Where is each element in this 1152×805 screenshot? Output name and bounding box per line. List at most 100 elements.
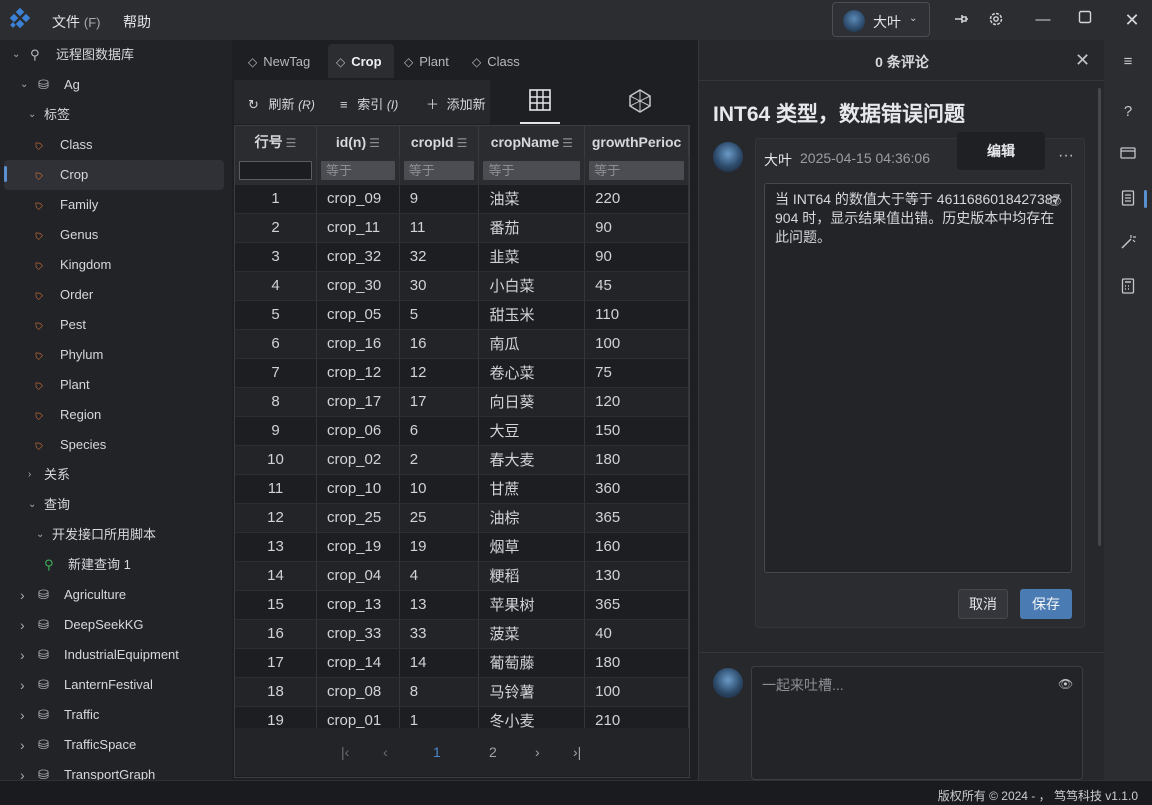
column-menu-icon[interactable]: ☰ — [457, 136, 468, 150]
table-row[interactable]: 12 crop_25 25 油棕 365 — [235, 503, 689, 533]
table-row[interactable]: 17 crop_14 14 葡萄藤 180 — [235, 648, 689, 678]
column-header[interactable]: cropName ☰ — [478, 126, 586, 157]
table-cell[interactable]: 9 — [399, 184, 480, 214]
sidebar-item-agriculture[interactable]: › ⛁ Agriculture — [0, 580, 232, 610]
table-cell[interactable]: 75 — [584, 358, 689, 388]
filter-input[interactable] — [239, 160, 312, 180]
card-icon[interactable] — [1118, 146, 1138, 166]
table-row[interactable]: 15 crop_13 13 苹果树 365 — [235, 590, 689, 620]
table-cell[interactable]: 5 — [235, 300, 317, 330]
table-cell[interactable]: 365 — [584, 590, 689, 620]
column-menu-icon[interactable]: ☰ — [369, 136, 380, 150]
table-cell[interactable]: 大豆 — [478, 416, 586, 446]
table-cell[interactable]: crop_05 — [316, 300, 400, 330]
pin-icon[interactable] — [951, 10, 971, 30]
cancel-button[interactable]: 取消 — [958, 589, 1008, 619]
table-cell[interactable]: 19 — [399, 532, 480, 562]
table-cell[interactable]: 葡萄藤 — [478, 648, 586, 678]
sidebar-item-traffic[interactable]: › ⛁ Traffic — [0, 700, 232, 730]
magic-wand-icon[interactable] — [1118, 234, 1138, 254]
table-cell[interactable]: crop_14 — [316, 648, 400, 678]
sidebar-item-class[interactable]: ⌂ Class — [0, 130, 232, 160]
scrollbar[interactable] — [1098, 88, 1101, 546]
table-cell[interactable]: crop_17 — [316, 387, 400, 417]
table-cell[interactable]: 40 — [584, 619, 689, 649]
sidebar-item-deepseekkg[interactable]: › ⛁ DeepSeekKG — [0, 610, 232, 640]
table-cell[interactable]: 100 — [584, 677, 689, 707]
sidebar-item-order[interactable]: ⌂ Order — [0, 280, 232, 310]
tree-query-item[interactable]: ⚲ 新建查询 1 — [0, 550, 232, 580]
last-page-icon[interactable]: ›| — [573, 744, 581, 760]
table-cell[interactable]: 25 — [399, 503, 480, 533]
table-cell[interactable]: crop_08 — [316, 677, 400, 707]
table-cell[interactable]: 9 — [235, 416, 317, 446]
table-cell[interactable]: 150 — [584, 416, 689, 446]
tree-remote-db[interactable]: ⌄ ⚲ 远程图数据库 — [0, 40, 232, 70]
page-current[interactable]: 1 — [433, 744, 441, 760]
maximize-icon[interactable] — [1075, 10, 1095, 30]
sidebar-item-transportgraph[interactable]: › ⛁ TransportGraph — [0, 760, 232, 780]
table-cell[interactable]: 90 — [584, 213, 689, 243]
close-icon[interactable]: ✕ — [1075, 50, 1090, 71]
table-view-icon[interactable] — [520, 84, 560, 124]
table-cell[interactable]: crop_02 — [316, 445, 400, 475]
table-cell[interactable]: 1 — [235, 184, 317, 214]
table-cell[interactable]: 33 — [399, 619, 480, 649]
table-cell[interactable]: crop_16 — [316, 329, 400, 359]
table-cell[interactable]: crop_13 — [316, 590, 400, 620]
column-header[interactable]: cropId ☰ — [399, 126, 480, 157]
table-row[interactable]: 10 crop_02 2 春大麦 180 — [235, 445, 689, 475]
close-icon[interactable]: ✕ — [1122, 10, 1142, 30]
first-page-icon[interactable]: |‹ — [341, 744, 349, 760]
table-cell[interactable]: 油菜 — [478, 184, 586, 214]
filter-input[interactable]: 等于 — [483, 160, 581, 180]
table-cell[interactable]: 18 — [235, 677, 317, 707]
table-cell[interactable]: 32 — [399, 242, 480, 272]
table-cell[interactable]: 粳稻 — [478, 561, 586, 591]
menu-icon[interactable]: ≡ — [1118, 52, 1138, 72]
sidebar-item-pest[interactable]: ⌂ Pest — [0, 310, 232, 340]
table-cell[interactable]: 苹果树 — [478, 590, 586, 620]
table-cell[interactable]: crop_11 — [316, 213, 400, 243]
more-icon[interactable]: ··· — [1058, 147, 1074, 165]
table-row[interactable]: 6 crop_16 16 南瓜 100 — [235, 329, 689, 359]
table-cell[interactable]: 10 — [235, 445, 317, 475]
table-row[interactable]: 11 crop_10 10 甘蔗 360 — [235, 474, 689, 504]
table-cell[interactable]: 南瓜 — [478, 329, 586, 359]
eye-icon[interactable]: 👁 — [1058, 677, 1073, 691]
table-cell[interactable]: 8 — [399, 677, 480, 707]
table-cell[interactable]: 11 — [235, 474, 317, 504]
column-menu-icon[interactable]: ☰ — [562, 136, 573, 150]
table-cell[interactable]: 7 — [235, 358, 317, 388]
table-cell[interactable]: 8 — [235, 387, 317, 417]
table-row[interactable]: 7 crop_12 12 卷心菜 75 — [235, 358, 689, 388]
table-cell[interactable]: crop_06 — [316, 416, 400, 446]
table-cell[interactable]: 30 — [399, 271, 480, 301]
calculator-icon[interactable] — [1118, 278, 1138, 298]
table-cell[interactable]: 春大麦 — [478, 445, 586, 475]
sidebar-item-lanternfestival[interactable]: › ⛁ LanternFestival — [0, 670, 232, 700]
tree-query-folder[interactable]: ⌄ 开发接口所用脚本 — [0, 520, 232, 550]
table-cell[interactable]: 160 — [584, 532, 689, 562]
table-row[interactable]: 8 crop_17 17 向日葵 120 — [235, 387, 689, 417]
table-cell[interactable]: 110 — [584, 300, 689, 330]
table-cell[interactable]: 马铃薯 — [478, 677, 586, 707]
column-header[interactable]: id(n) ☰ — [316, 126, 400, 157]
table-cell[interactable]: 卷心菜 — [478, 358, 586, 388]
menu-help[interactable]: 帮助 — [123, 12, 151, 32]
document-icon[interactable] — [1118, 190, 1138, 210]
table-cell[interactable]: 13 — [399, 590, 480, 620]
sidebar-item-kingdom[interactable]: ⌂ Kingdom — [0, 250, 232, 280]
table-cell[interactable]: 向日葵 — [478, 387, 586, 417]
table-cell[interactable]: crop_19 — [316, 532, 400, 562]
table-row[interactable]: 4 crop_30 30 小白菜 45 — [235, 271, 689, 301]
next-page-icon[interactable]: › — [535, 744, 540, 760]
new-comment-input[interactable]: 一起来吐槽... 👁 — [751, 666, 1083, 780]
table-row[interactable]: 18 crop_08 8 马铃薯 100 — [235, 677, 689, 707]
table-row[interactable]: 5 crop_05 5 甜玉米 110 — [235, 300, 689, 330]
table-cell[interactable]: 番茄 — [478, 213, 586, 243]
table-cell[interactable]: 油棕 — [478, 503, 586, 533]
table-cell[interactable]: 16 — [235, 619, 317, 649]
table-cell[interactable]: 2 — [235, 213, 317, 243]
page-link[interactable]: 2 — [489, 744, 497, 760]
